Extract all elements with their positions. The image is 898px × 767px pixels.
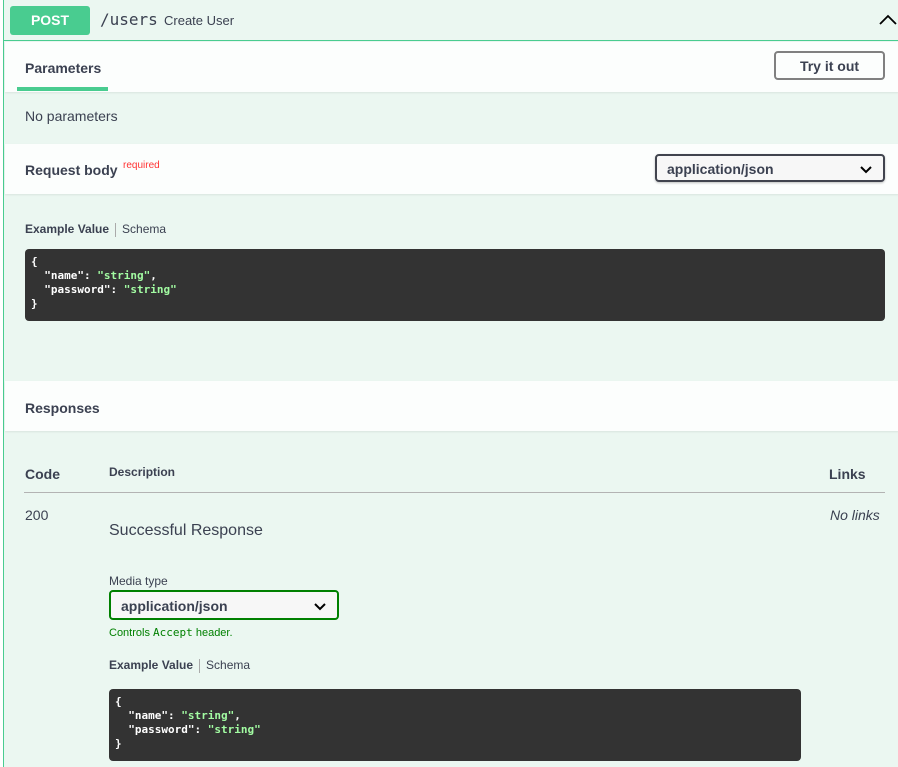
- media-type-value: application/json: [121, 598, 228, 614]
- try-it-out-button[interactable]: Try it out: [774, 51, 885, 80]
- tab-parameters[interactable]: Parameters: [25, 60, 101, 76]
- media-type-select[interactable]: application/json: [109, 590, 339, 620]
- chevron-down-icon: [314, 603, 326, 611]
- responses-header: Responses: [5, 381, 898, 431]
- column-header-code: Code: [25, 466, 60, 482]
- tab-divider: [115, 222, 117, 237]
- operation-path: /users: [100, 10, 158, 29]
- required-badge: required: [123, 160, 160, 171]
- column-header-description: Description: [109, 465, 176, 479]
- code-line: "name": "string",: [31, 269, 157, 282]
- controls-header-name: Accept: [153, 626, 193, 639]
- response-description: Successful Response: [109, 522, 263, 539]
- content-type-select[interactable]: application/json: [655, 154, 885, 182]
- controls-accept-note: Controls Accept header.: [109, 626, 233, 639]
- controls-prefix: Controls: [109, 627, 154, 639]
- responses-title: Responses: [25, 400, 100, 416]
- tab-example-value[interactable]: Example Value: [25, 222, 109, 236]
- tab-example-value[interactable]: Example Value: [109, 658, 193, 672]
- code-line: }: [115, 737, 122, 750]
- code-line: "password": "string": [115, 723, 261, 736]
- request-body-title: Request body: [25, 162, 118, 178]
- operation-description: Create User: [164, 13, 235, 28]
- request-example-code: { "name": "string", "password": "string"…: [25, 249, 885, 321]
- response-example-tabs: Example Value Schema: [109, 658, 250, 673]
- chevron-down-icon: [860, 166, 872, 174]
- method-badge: POST: [10, 6, 90, 35]
- request-example-tabs: Example Value Schema: [25, 222, 166, 237]
- controls-suffix: header.: [192, 627, 233, 639]
- content-type-value: application/json: [667, 161, 774, 177]
- response-code: 200: [25, 507, 49, 523]
- tab-divider: [199, 658, 201, 673]
- tab-schema[interactable]: Schema: [122, 222, 166, 236]
- table-divider: [24, 492, 885, 493]
- response-example-code: { "name": "string", "password": "string"…: [109, 689, 801, 761]
- code-line: {: [31, 255, 38, 268]
- operation-block: POST /users Create User Parameters Try i…: [3, 0, 898, 767]
- code-line: }: [31, 297, 38, 310]
- operation-summary[interactable]: POST /users Create User: [4, 0, 898, 41]
- response-links: No links: [830, 507, 880, 523]
- column-header-links: Links: [829, 466, 866, 482]
- code-line: "password": "string": [31, 283, 177, 296]
- parameters-header: Parameters Try it out: [5, 42, 898, 92]
- code-line: "name": "string",: [115, 709, 241, 722]
- tab-schema[interactable]: Schema: [206, 658, 250, 672]
- chevron-up-icon[interactable]: [877, 9, 898, 31]
- no-parameters-text: No parameters: [25, 108, 118, 124]
- media-type-label: Media type: [109, 574, 168, 588]
- code-line: {: [115, 695, 122, 708]
- request-body-header: Request body required application/json: [5, 144, 898, 194]
- tab-underline: [17, 87, 108, 91]
